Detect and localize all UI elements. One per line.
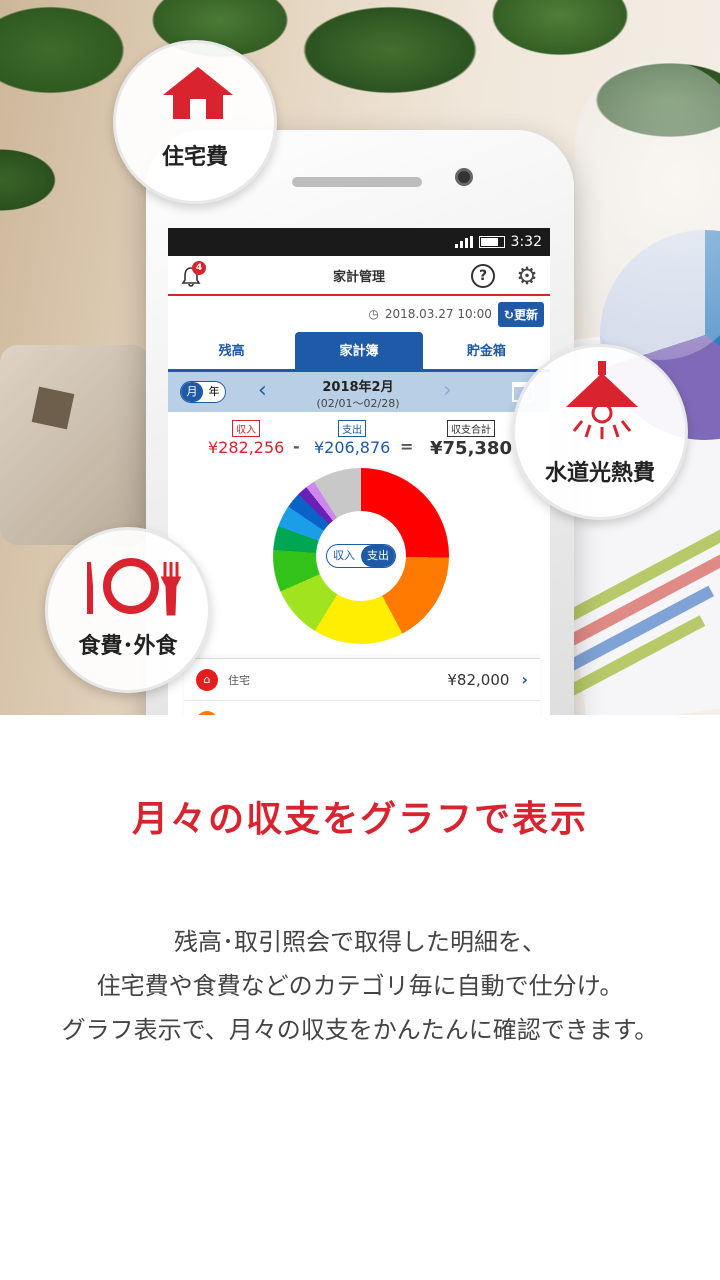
tab-balance[interactable]: 残高 [168,332,295,369]
utilities-bubble: 水道光熱費 [512,344,688,520]
total-summary: 収支合計 ¥75,380 [430,418,512,459]
food-label: 食費･外食 [78,634,178,659]
minus-sign: - [293,437,300,456]
toggle-month[interactable]: 月 [181,382,203,402]
house-icon: ⌂ [196,668,218,691]
signal-icon [454,236,473,248]
total-label: 収支合計 [446,420,495,437]
expense-summary: 支出 ¥206,876 [314,418,390,457]
next-month-icon[interactable]: › [443,378,452,403]
prev-month-icon[interactable]: ‹ [258,378,267,403]
battery-icon [478,236,505,248]
bar-decoration [560,520,720,710]
income-summary: 収入 ¥282,256 [208,418,284,457]
phone-speaker [292,177,422,187]
housing-bubble: 住宅費 [113,40,277,204]
chevron-right-icon: › [521,670,528,689]
house-icon [163,67,233,119]
toggle-income[interactable]: 収入 [327,545,361,567]
period-toggle[interactable]: 月 年 [180,381,226,403]
app-header: 4 家計管理 ? ⚙ [168,256,550,296]
main-tabs: 残高 家計簿 貯金箱 [168,332,550,372]
housing-label: 住宅費 [161,145,228,170]
utilities-label: 水道光熱費 [544,461,655,486]
updated-timestamp: 2018.03.27 10:00 [384,307,492,321]
list-item[interactable] [184,701,540,715]
donut-center: 収入 支出 [316,511,406,601]
category-donut-chart[interactable]: 収入 支出 [273,468,449,644]
lamp-icon [566,361,638,439]
period-month: 2018年2月 [322,380,394,395]
gear-icon[interactable]: ⚙ [514,263,540,289]
category-amount: ¥82,000 [447,670,510,689]
category-name: 住宅 [228,673,250,687]
hero-photo: 3:32 4 家計管理 ? ⚙ ◷ 2018.03.27 10:00 ↻更新 残… [0,0,720,715]
period-title: 2018年2月 (02/01〜02/28) [288,376,428,411]
status-bar: 3:32 [168,228,550,256]
help-icon[interactable]: ? [471,264,495,288]
update-bar: ◷ 2018.03.27 10:00 ↻更新 [168,296,550,332]
ceramic-house-decoration [0,345,150,545]
food-bubble: 食費･外食 [45,527,211,693]
tab-household-ledger[interactable]: 家計簿 [295,332,423,369]
toggle-expense[interactable]: 支出 [361,545,395,567]
app-title: 家計管理 [332,269,385,285]
app-screen: 3:32 4 家計管理 ? ⚙ ◷ 2018.03.27 10:00 ↻更新 残… [168,228,550,715]
page-title: 月々の収支をグラフで表示 [131,799,588,840]
income-value: ¥282,256 [208,438,285,457]
category-icon [196,711,218,715]
income-expense-toggle[interactable]: 収入 支出 [326,544,396,568]
period-range: (02/01〜02/28) [316,397,400,410]
balance-summary: 収入 ¥282,256 - 支出 ¥206,876 = 収支合計 ¥75,380 [168,412,550,459]
total-value: ¥75,380 [430,438,512,459]
equals-sign: = [400,437,414,456]
clock-icon: ◷ [368,307,379,321]
period-bar: 月 年 ‹ 2018年2月 (02/01〜02/28) › [168,372,550,412]
expense-label: 支出 [338,420,367,437]
lightbulb-decoration [575,60,720,360]
phone-camera [455,168,473,186]
refresh-button[interactable]: ↻更新 [497,301,544,327]
description-line: 住宅費や食費などのカテゴリ毎に自動で仕分け。 [96,972,624,1000]
list-item[interactable]: ⌂ 住宅 ¥82,000 › [184,659,540,701]
expense-value: ¥206,876 [314,438,391,457]
tab-savings-box[interactable]: 貯金箱 [423,332,550,369]
toggle-year[interactable]: 年 [203,382,225,402]
income-label: 収入 [232,420,261,437]
cutlery-icon [87,558,181,616]
status-time: 3:32 [510,234,542,250]
description-line: 残高･取引照会で取得した明細を、 [174,928,546,956]
notification-badge: 4 [192,261,206,275]
notification-bell-icon[interactable]: 4 [180,261,206,288]
description-line: グラフ表示で、月々の収支をかんたんに確認できます。 [61,1016,659,1044]
description: 残高･取引照会で取得した明細を、 住宅費や食費などのカテゴリ毎に自動で仕分け。 … [0,920,720,1052]
refresh-label: 更新 [513,307,538,322]
category-list: ⌂ 住宅 ¥82,000 › [184,658,540,715]
